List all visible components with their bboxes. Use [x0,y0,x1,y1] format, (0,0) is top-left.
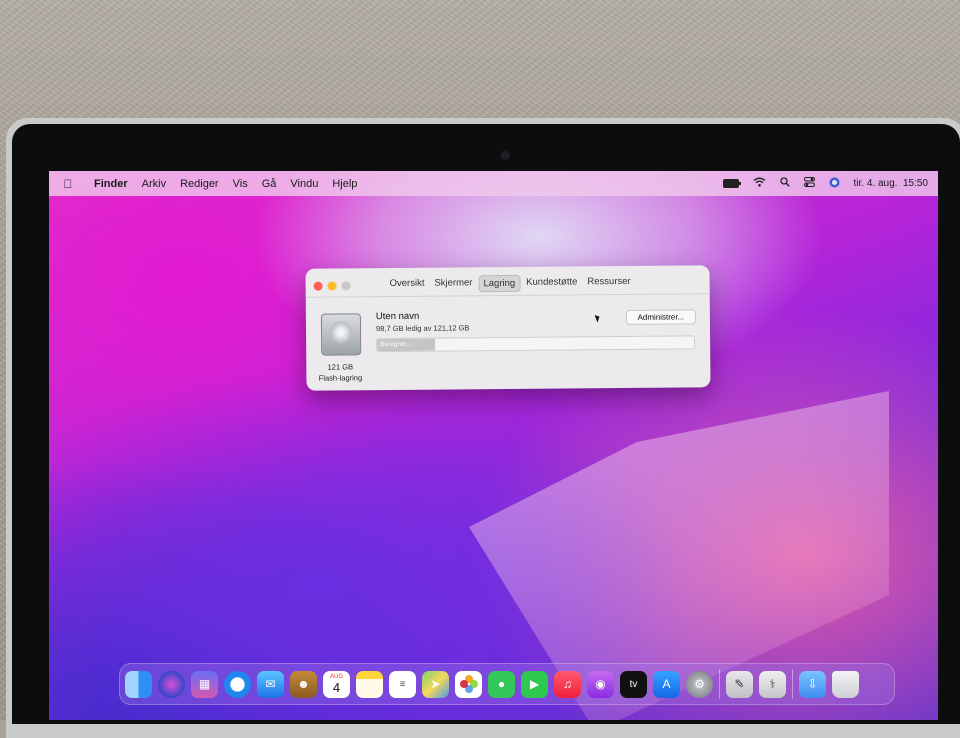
facetime-icon[interactable]: ▶ [521,670,548,698]
trash-icon[interactable] [832,670,859,698]
mouse-cursor-icon [594,313,602,323]
disk-utility-icon[interactable]: ⚕ [759,670,786,698]
tab-divider [305,293,710,298]
mail-icon[interactable]: ✉ [257,670,284,698]
siri-dock-icon[interactable] [158,670,185,698]
maps-icon[interactable]: ➤ [422,670,449,698]
menu-rediger[interactable]: Rediger [173,178,226,190]
menu-finder[interactable]: Finder [87,178,135,190]
storage-bar: Beregner... [376,335,696,353]
menu-ga[interactable]: Gå [255,178,284,190]
zoom-window-button[interactable] [341,281,351,291]
control-center-icon[interactable] [803,177,815,190]
siri-icon[interactable] [829,177,840,191]
menu-hjelp[interactable]: Hjelp [325,178,364,190]
finder-icon[interactable] [125,670,152,698]
volume-name: Uten navn [375,310,420,323]
disk-info: 121 GB Flash-lagring [308,361,372,384]
menu-bar:  Finder Arkiv Rediger Vis Gå Vindu Hjel… [49,171,938,196]
dock-divider-2 [792,669,793,699]
apple-menu-icon[interactable]:  [49,177,87,191]
tab-lagring[interactable]: Lagring [478,274,521,293]
screen:  Finder Arkiv Rediger Vis Gå Vindu Hjel… [49,171,938,720]
manage-button[interactable]: Administrer... [625,309,696,325]
tab-skjermer[interactable]: Skjermer [430,275,476,292]
camera [501,151,510,160]
disk-type: Flash-lagring [318,373,363,383]
about-this-mac-window: Oversikt Skjermer Lagring Kundestøtte Re… [305,265,711,391]
tab-kundestotte[interactable]: Kundestøtte [522,274,581,292]
contacts-icon[interactable]: ☻ [290,670,317,698]
tab-bar: Oversikt Skjermer Lagring Kundestøtte Re… [386,274,635,293]
apple-tv-icon[interactable]: tv [620,670,647,698]
tab-ressurser[interactable]: Ressurser [583,274,634,291]
system-preferences-icon[interactable]: ⚙ [686,670,713,698]
dock: ▦ ✉ ☻ AUG 4 ≡ ➤ ● ▶ ♫ ◉ tv A ⚙ ✎ ⚕ ⇩ [119,663,895,705]
apple-tv-label: tv [629,678,638,690]
downloads-folder-icon[interactable]: ⇩ [799,670,826,698]
menu-extras: tir. 4. aug. 15:50 [722,171,929,196]
minimize-window-button[interactable] [327,281,337,291]
dock-divider [719,669,720,699]
disk-size: 121 GB [327,362,354,372]
script-editor-icon[interactable]: ✎ [726,670,753,698]
notes-icon[interactable] [356,670,383,698]
launchpad-icon[interactable]: ▦ [191,670,218,698]
app-store-icon[interactable]: A [653,670,680,698]
wifi-icon[interactable] [753,177,766,190]
clock[interactable]: tir. 4. aug. 15:50 [854,178,929,189]
hard-drive-icon [320,313,362,356]
spotlight-search-icon[interactable] [779,177,790,190]
calendar-day: 4 [332,679,341,695]
calendar-icon[interactable]: AUG 4 [323,670,350,698]
tab-oversikt[interactable]: Oversikt [386,276,429,293]
messages-icon[interactable]: ● [488,670,515,698]
music-icon[interactable]: ♫ [554,670,581,698]
photos-icon[interactable] [455,670,482,698]
podcasts-icon[interactable]: ◉ [587,670,614,698]
menu-vindu[interactable]: Vindu [283,178,325,190]
close-window-button[interactable] [313,281,323,291]
safari-icon[interactable] [224,670,251,698]
volume-free-space: 98,7 GB ledig av 121,12 GB [375,323,470,334]
storage-bar-calculating: Beregner... [377,338,436,352]
menu-vis[interactable]: Vis [226,178,255,190]
battery-icon[interactable] [722,179,741,188]
menu-arkiv[interactable]: Arkiv [135,178,173,190]
reminders-icon[interactable]: ≡ [389,670,416,698]
